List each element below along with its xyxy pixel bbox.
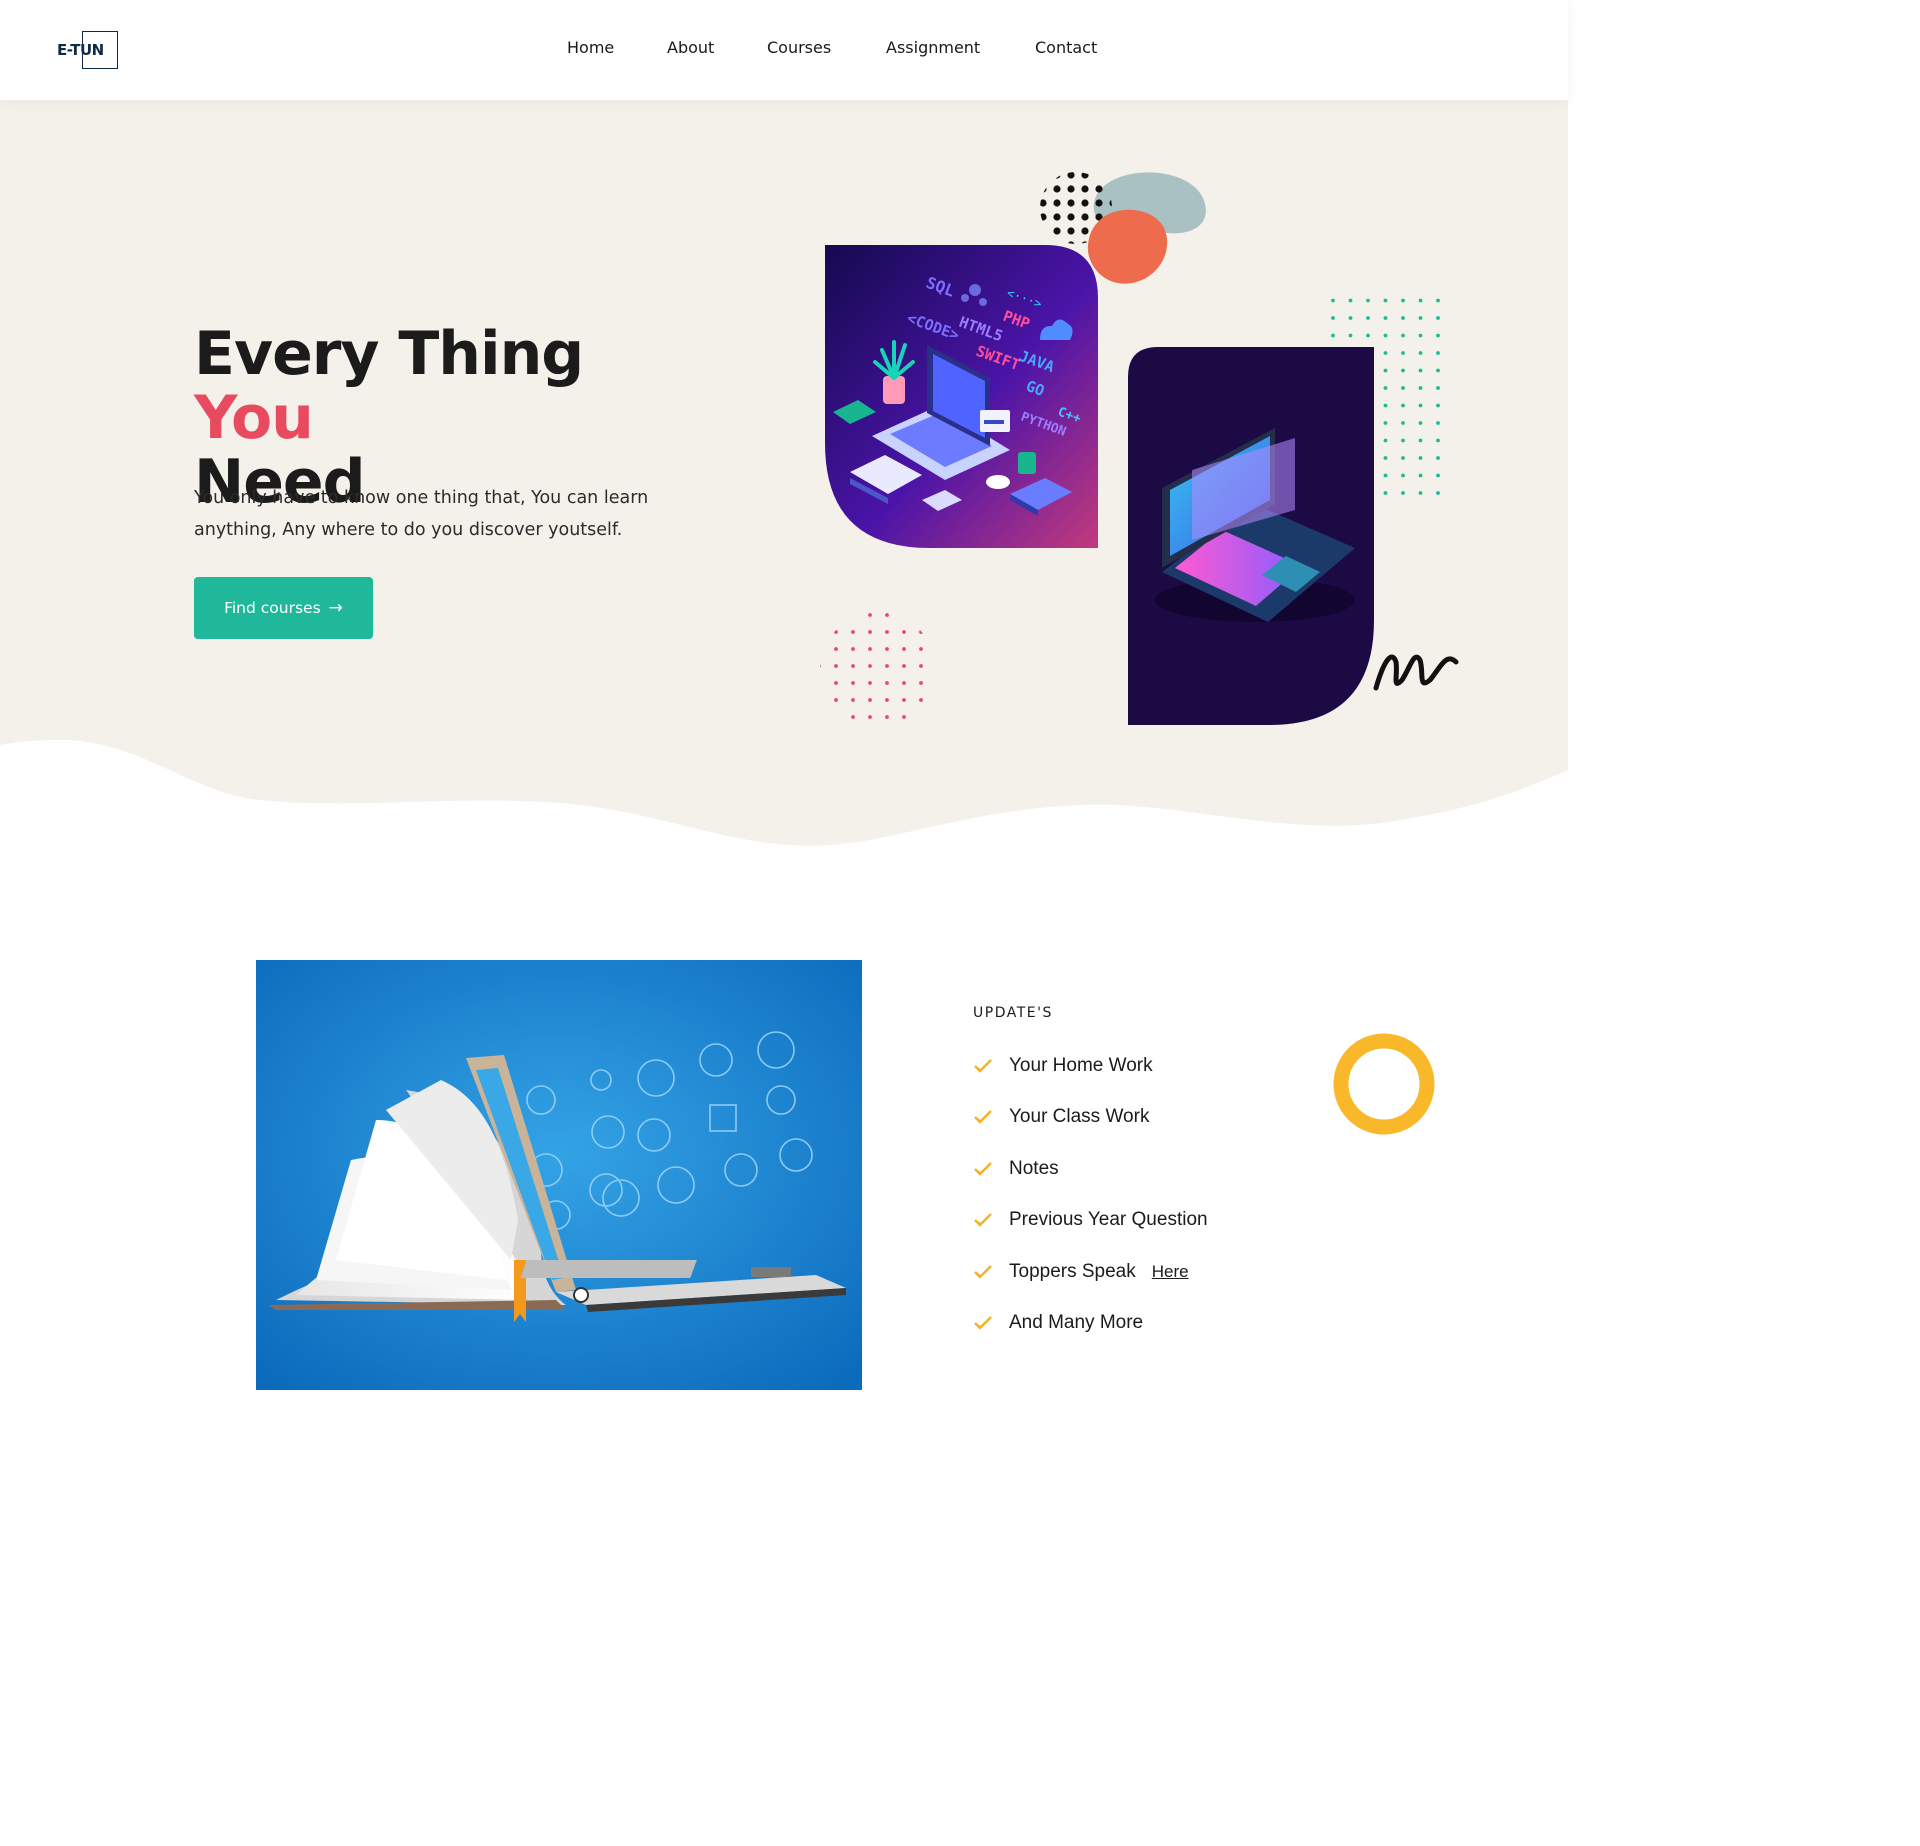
list-item[interactable]: Notes <box>973 1143 1353 1195</box>
toppers-speak-here-link[interactable]: Here <box>1152 1262 1189 1282</box>
nav-home[interactable]: Home <box>567 38 614 57</box>
check-icon <box>974 1161 992 1176</box>
nav-courses[interactable]: Courses <box>767 38 831 57</box>
update-item-label: Notes <box>1009 1157 1059 1179</box>
check-icon <box>974 1264 992 1279</box>
update-item-label: Your Home Work <box>1009 1054 1153 1076</box>
list-item[interactable]: Toppers Speak Here <box>973 1246 1353 1298</box>
list-item[interactable]: Your Class Work <box>973 1092 1353 1144</box>
list-item[interactable]: Previous Year Question <box>973 1195 1353 1247</box>
yellow-ring-icon <box>1333 1033 1435 1135</box>
updates-list: Your Home Work Your Class Work Notes Pre… <box>973 1040 1353 1349</box>
check-icon <box>974 1316 992 1330</box>
nav-about[interactable]: About <box>667 38 714 57</box>
hero-illustration: SQL PHP HTML5 <CODE> SWIFT JAVA GO C++ P… <box>820 172 1459 728</box>
site-header: E-TUN Home About Courses Assignment Cont… <box>0 0 1568 100</box>
check-icon <box>974 1213 992 1227</box>
update-item-label: Toppers Speak <box>1009 1260 1136 1282</box>
update-item-label: And Many More <box>1009 1312 1144 1334</box>
list-item[interactable]: Your Home Work <box>973 1040 1353 1092</box>
list-item[interactable]: And Many More <box>973 1298 1353 1350</box>
update-item-label: Your Class Work <box>1009 1106 1150 1128</box>
updates-heading: UPDATE'S <box>973 1005 1053 1021</box>
check-icon <box>974 1110 992 1124</box>
update-item-label: Previous Year Question <box>1009 1209 1208 1231</box>
orange-blob <box>1087 209 1168 284</box>
ebook-laptop-image <box>256 960 862 1390</box>
nav-assignment[interactable]: Assignment <box>886 38 980 57</box>
main-nav: Home About Courses Assignment Contact <box>0 38 1568 62</box>
check-icon <box>974 1058 992 1073</box>
nav-contact[interactable]: Contact <box>1035 38 1097 57</box>
